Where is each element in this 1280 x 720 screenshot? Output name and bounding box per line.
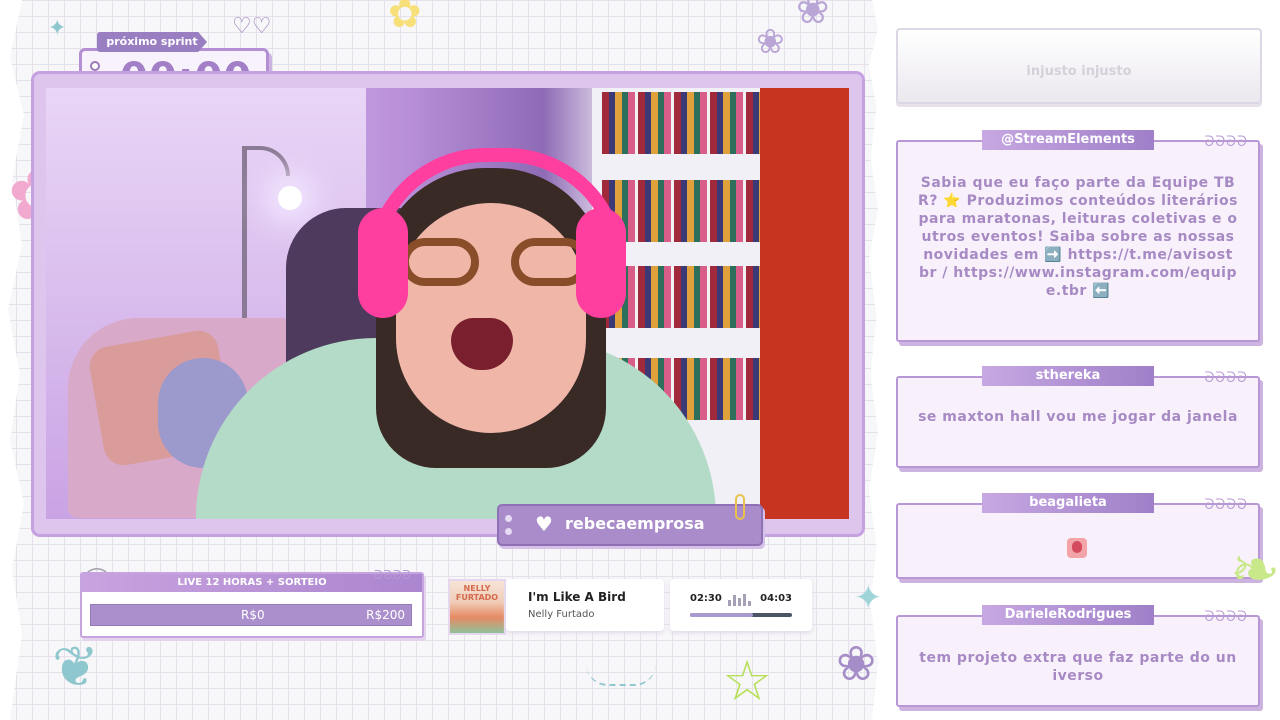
flower-doodle-icon: ❀ bbox=[836, 636, 877, 692]
heart-icon: ♥ bbox=[535, 512, 553, 536]
red-wall bbox=[760, 88, 849, 519]
goal-target: R$200 bbox=[366, 608, 405, 622]
chat-username: DarieleRodrigues bbox=[982, 605, 1154, 625]
chat-text: tem projeto extra que faz parte do unive… bbox=[919, 650, 1237, 684]
green-star-icon: ☆ bbox=[722, 649, 773, 714]
audio-wave-icon bbox=[728, 594, 754, 606]
book-row bbox=[602, 266, 782, 328]
chat-message-fading: injusto injusto bbox=[896, 28, 1262, 104]
chat-message: sthereka ᘐᘐᘐᘐ se maxton hall vou me joga… bbox=[896, 366, 1260, 468]
streamer-name: rebecaemprosa bbox=[565, 514, 705, 533]
purple-flower-outline-icon: ❀ bbox=[796, 0, 830, 33]
binder-rings-icon: ᘐᘐᘐᘐ bbox=[374, 568, 412, 582]
song-progress-fill bbox=[690, 613, 754, 617]
chat-message: beagalieta ᘐᘐᘐᘐ bbox=[896, 493, 1260, 579]
chat-username: sthereka bbox=[982, 366, 1154, 386]
emote-icon bbox=[1067, 538, 1087, 558]
lamp-bulb bbox=[278, 186, 302, 210]
book-row bbox=[602, 92, 782, 154]
plate-dot-icon bbox=[505, 528, 512, 535]
chat-text: se maxton hall vou me jogar da janela bbox=[918, 409, 1238, 425]
chat-text: Sabia que eu faço parte da Equipe TBR? ⭐… bbox=[918, 175, 1238, 299]
song-artist: Nelly Furtado bbox=[528, 609, 595, 620]
timer-dot-icon bbox=[90, 61, 100, 71]
dashed-arrow-icon bbox=[586, 664, 656, 686]
sparkle-icon: ✦ bbox=[48, 16, 67, 41]
chat-username: @StreamElements bbox=[982, 130, 1154, 150]
yellow-flower-icon: ✿ bbox=[388, 0, 422, 37]
elapsed-time: 02:30 bbox=[690, 593, 722, 604]
song-progress-bar bbox=[690, 613, 792, 617]
plate-dot-icon bbox=[505, 515, 512, 522]
book-row bbox=[602, 180, 782, 242]
gold-paperclip-icon bbox=[735, 494, 745, 520]
song-title: I'm Like A Bird bbox=[528, 590, 626, 604]
timer-label: próximo sprint bbox=[97, 32, 207, 52]
now-playing-card: I'm Like A Bird Nelly Furtado bbox=[506, 579, 664, 631]
binder-rings-icon: ᘐᘐᘐᘐ bbox=[1204, 609, 1248, 625]
chat-message: @StreamElements ᘐᘐᘐᘐ Sabia que eu faço p… bbox=[896, 130, 1260, 342]
playback-progress-card: 02:30 04:03 bbox=[670, 579, 812, 631]
headphone-left bbox=[358, 208, 408, 318]
hearts-doodle-icon: ♡♡ bbox=[232, 14, 272, 39]
donation-goal: LIVE 12 HORAS + SORTEIO ᘐᘐᘐᘐ R$0 R$200 bbox=[80, 568, 424, 638]
chat-message: DarieleRodrigues ᘐᘐᘐᘐ tem projeto extra … bbox=[896, 605, 1260, 707]
webcam-video bbox=[46, 88, 849, 519]
teal-sparkle-icon: ✦ bbox=[854, 578, 883, 618]
faded-chat-text: injusto injusto bbox=[1026, 64, 1132, 79]
green-leaf-icon: ❧ bbox=[1230, 535, 1280, 605]
binder-rings-icon: ᘐᘐᘐᘐ bbox=[1204, 497, 1248, 513]
binder-rings-icon: ᘐᘐᘐᘐ bbox=[1204, 370, 1248, 386]
binder-rings-icon: ᘐᘐᘐᘐ bbox=[1204, 134, 1248, 150]
streamer-name-plate: ♥ rebecaemprosa bbox=[497, 504, 763, 546]
chat-username: beagalieta bbox=[982, 493, 1154, 513]
total-duration: 04:03 bbox=[760, 593, 792, 604]
teal-flower-icon: ❦ bbox=[52, 635, 99, 700]
small-flower-outline-icon: ❀ bbox=[756, 22, 785, 62]
goal-progress-bar: R$0 R$200 bbox=[90, 604, 412, 626]
goal-current: R$0 bbox=[241, 608, 265, 622]
goal-title: LIVE 12 HORAS + SORTEIO bbox=[82, 574, 422, 592]
album-art: NELLY FURTADO bbox=[448, 579, 506, 635]
headphone-right bbox=[576, 208, 626, 318]
album-art-text: NELLY FURTADO bbox=[455, 584, 499, 602]
